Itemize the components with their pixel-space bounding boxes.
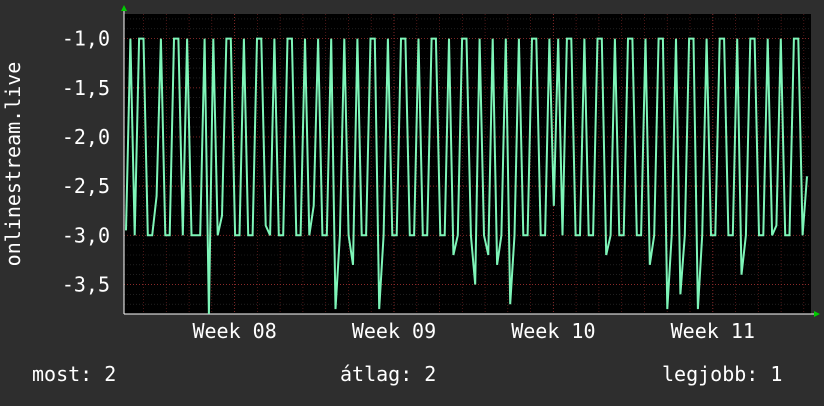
line-chart: -1,0 -1,5 -2,0 -2,5 -3,0 -3,5 Week 08 Week 09 We… [1, 5, 820, 343]
y-axis-label: onlinestream.live [1, 62, 25, 267]
y-tick-label: -1,0 [62, 27, 110, 51]
y-axis-arrow [121, 5, 127, 11]
x-tick-label: Week 11 [671, 319, 755, 343]
current-value: most: 2 [32, 362, 117, 386]
y-tick-label: -3,0 [62, 223, 110, 247]
average-value: átlag: 2 [340, 362, 437, 386]
y-tick-label: -3,5 [62, 272, 110, 296]
best-value: legjobb: 1 [662, 362, 783, 386]
y-tick-label: -2,0 [62, 125, 110, 149]
x-tick-label: Week 08 [192, 319, 276, 343]
y-tick-label: -1,5 [62, 76, 110, 100]
x-tick-label: Week 09 [352, 319, 436, 343]
x-tick-label: Week 10 [511, 319, 595, 343]
y-tick-label: -2,5 [62, 174, 110, 198]
chart: -1,0 -1,5 -2,0 -2,5 -3,0 -3,5 Week 08 Week 09 We… [0, 0, 824, 402]
x-axis-arrow [814, 311, 820, 317]
